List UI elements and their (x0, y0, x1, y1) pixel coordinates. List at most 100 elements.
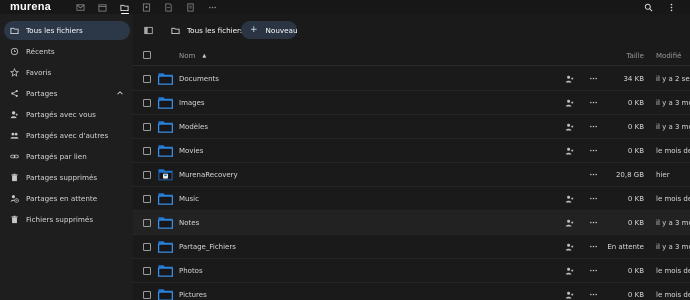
sidebar-item-label: Partagés avec vous (26, 110, 96, 119)
share-user-icon[interactable] (565, 123, 574, 131)
sidebar-item-shared-with-you[interactable]: Partagés avec vous (4, 105, 130, 124)
file-name[interactable]: Documents (179, 75, 219, 83)
row-checkbox[interactable] (143, 243, 151, 251)
sidebar-toggle-icon[interactable] (144, 26, 153, 35)
table-row[interactable]: Images 0 KB il y a 3 mois (133, 91, 690, 115)
file-size: 0 KB (627, 123, 644, 131)
file-name[interactable]: Movies (179, 147, 203, 155)
table-row[interactable]: Photos 0 KB le mois dernier (133, 259, 690, 283)
folder-icon (158, 96, 173, 109)
more-actions-icon[interactable] (589, 194, 598, 203)
more-actions-icon[interactable] (589, 218, 598, 227)
row-checkbox[interactable] (143, 147, 151, 155)
sidebar-item-favorites[interactable]: Favoris (4, 63, 130, 82)
row-checkbox[interactable] (143, 219, 151, 227)
document-icon (165, 2, 173, 12)
share-user-icon[interactable] (565, 291, 574, 299)
breadcrumb[interactable]: Tous les fichiers (171, 23, 244, 37)
table-row[interactable]: MurenaRecovery 20,8 GB hier (133, 163, 690, 187)
share-user-icon[interactable] (565, 267, 574, 275)
file-modified: le mois dernier (656, 291, 690, 299)
sidebar-item-deleted-shares[interactable]: Partages supprimés (4, 168, 130, 187)
file-name[interactable]: Notes (179, 219, 199, 227)
file-name[interactable]: Pictures (179, 291, 207, 299)
column-name-header[interactable]: Nom ▲ (179, 52, 206, 60)
kebab-icon[interactable] (667, 3, 676, 12)
more-icon (209, 6, 217, 8)
row-checkbox[interactable] (143, 171, 151, 179)
share-user-icon[interactable] (565, 99, 574, 107)
more-apps-button[interactable] (202, 0, 224, 14)
file-name[interactable]: Modèles (179, 123, 208, 131)
sidebar-item-recent[interactable]: Récents (4, 42, 130, 61)
sidebar-item-shared-by-link[interactable]: Partagés par lien (4, 147, 130, 166)
table-row[interactable]: Pictures 0 KB le mois dernier (133, 283, 690, 300)
more-actions-icon[interactable] (589, 74, 598, 83)
column-modified-header[interactable]: Modifié (656, 52, 681, 60)
row-checkbox[interactable] (143, 75, 151, 83)
sidebar: Tous les fichiers Récents Favoris Partag… (0, 14, 133, 300)
more-actions-icon[interactable] (589, 98, 598, 107)
row-checkbox[interactable] (143, 195, 151, 203)
files-app-button[interactable] (114, 0, 136, 14)
file-modified: il y a 3 mois (656, 243, 690, 251)
link-icon (10, 152, 19, 161)
notes-icon (187, 2, 195, 12)
more-actions-icon[interactable] (589, 290, 598, 299)
folder-icon (158, 288, 173, 300)
sidebar-item-label: Récents (26, 47, 55, 56)
pending-share-icon (10, 194, 19, 203)
chevron-up-icon[interactable] (116, 89, 124, 97)
table-row[interactable]: Music 0 KB le mois dernier (133, 187, 690, 211)
file-name[interactable]: Images (179, 99, 205, 107)
breadcrumb-label: Tous les fichiers (187, 25, 244, 35)
table-row[interactable]: Notes 0 KB il y a 3 mois (133, 211, 690, 235)
app-logo[interactable]: murena (10, 1, 51, 13)
search-icon[interactable] (644, 3, 653, 12)
sidebar-item-label: Partages supprimés (26, 173, 98, 182)
folder-icon (158, 216, 173, 229)
more-actions-icon[interactable] (589, 146, 598, 155)
file-name[interactable]: Partage_Fichiers (179, 243, 236, 251)
sort-ascending-icon: ▲ (202, 53, 207, 59)
table-row[interactable]: Partage_Fichiers En attente il y a 3 mois (133, 235, 690, 259)
sidebar-item-shares[interactable]: Partages (4, 84, 130, 103)
file-name[interactable]: Music (179, 195, 199, 203)
share-user-icon[interactable] (565, 195, 574, 203)
table-header: Nom ▲ Taille Modifié (133, 46, 690, 66)
mail-app-button[interactable] (70, 0, 92, 14)
new-button[interactable]: + Nouveau (241, 21, 298, 39)
share-user-icon[interactable] (565, 147, 574, 155)
share-user-icon[interactable] (565, 219, 574, 227)
table-row[interactable]: Movies 0 KB le mois dernier (133, 139, 690, 163)
more-actions-icon[interactable] (589, 266, 598, 275)
table-row[interactable]: Modèles 0 KB il y a 3 mois (133, 115, 690, 139)
column-size-header[interactable]: Taille (626, 52, 644, 60)
sidebar-item-all-files[interactable]: Tous les fichiers (4, 21, 130, 40)
file-modified: il y a 2 semaines (656, 75, 690, 83)
row-checkbox[interactable] (143, 99, 151, 107)
table-row[interactable]: Documents 34 KB il y a 2 semaines (133, 67, 690, 91)
row-checkbox[interactable] (143, 267, 151, 275)
document-app-button[interactable] (158, 0, 180, 14)
notes-app-button[interactable] (180, 0, 202, 14)
sidebar-item-shared-with-others[interactable]: Partagés avec d'autres (4, 126, 130, 145)
share-user-icon[interactable] (565, 75, 574, 83)
share-user-icon[interactable] (565, 243, 574, 251)
more-actions-icon[interactable] (589, 242, 598, 251)
file-name[interactable]: Photos (179, 267, 203, 275)
files-main: Tous les fichiers + Nouveau Nom ▲ Taille… (133, 14, 690, 300)
folder-icon (158, 192, 173, 205)
contacts-app-button[interactable] (136, 0, 158, 14)
sidebar-item-pending-shares[interactable]: Partages en attente (4, 189, 130, 208)
more-actions-icon[interactable] (589, 122, 598, 131)
clock-icon (10, 47, 19, 56)
more-actions-icon[interactable] (589, 170, 598, 179)
select-all-checkbox[interactable] (143, 51, 151, 59)
calendar-app-button[interactable] (92, 0, 114, 14)
file-name[interactable]: MurenaRecovery (179, 171, 238, 179)
file-size: 0 KB (627, 267, 644, 275)
row-checkbox[interactable] (143, 291, 151, 299)
row-checkbox[interactable] (143, 123, 151, 131)
sidebar-item-deleted-files[interactable]: Fichiers supprimés (4, 210, 130, 229)
